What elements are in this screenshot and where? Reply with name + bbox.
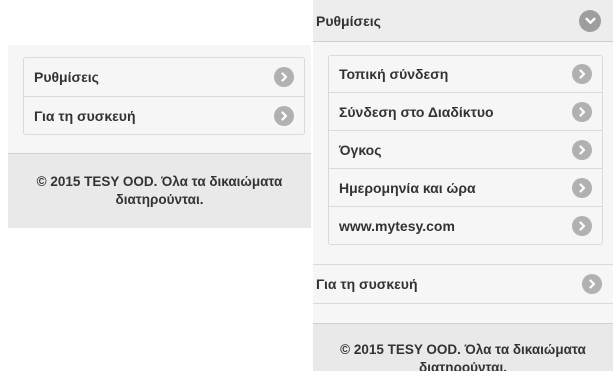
arrow-right-icon <box>572 139 592 160</box>
right-screen: Ρυθμίσεις Τοπική σύνδεση Σύνδεση στο Δια… <box>313 0 613 371</box>
submenu-item-local-connection[interactable]: Τοπική σύνδεση <box>329 56 602 92</box>
submenu-item-label: Σύνδεση στο Διαδίκτυο <box>339 103 494 120</box>
copyright-footer: © 2015 TESY OOD. Όλα τα δικαιώματα διατη… <box>313 323 613 371</box>
arrow-right-icon <box>572 101 592 122</box>
submenu-item-date-time[interactable]: Ημερομηνία και ώρα <box>329 168 602 206</box>
menu-item-about-device[interactable]: Για τη συσκευή <box>24 96 304 134</box>
menu-item-label: Ρυθμίσεις <box>34 69 99 85</box>
menu-item-about-device[interactable]: Για τη συσκευή <box>313 264 613 304</box>
menu-item-settings[interactable]: Ρυθμίσεις <box>24 58 304 96</box>
menu-item-label: Για τη συσκευή <box>34 107 136 124</box>
submenu-item-volume[interactable]: Όγκος <box>329 130 602 168</box>
arrow-down-icon <box>579 9 601 32</box>
submenu-item-label: www.mytesy.com <box>339 217 455 234</box>
submenu-item-label: Όγκος <box>339 141 382 158</box>
arrow-right-icon <box>274 105 294 126</box>
submenu-item-label: Ημερομηνία και ώρα <box>339 179 476 196</box>
settings-expanded-header[interactable]: Ρυθμίσεις <box>313 0 613 42</box>
copyright-footer: © 2015 TESY OOD. Όλα τα δικαιώματα διατη… <box>8 153 311 228</box>
left-screen: Ρυθμίσεις Για τη συσκευή © 2015 TESY OOD… <box>8 45 311 228</box>
arrow-right-icon <box>572 64 592 84</box>
settings-menu-list: Ρυθμίσεις Για τη συσκευή <box>23 57 305 135</box>
submenu-item-label: Τοπική σύνδεση <box>339 66 449 82</box>
settings-submenu-list: Τοπική σύνδεση Σύνδεση στο Διαδίκτυο Όγκ… <box>328 55 603 245</box>
arrow-right-icon <box>582 274 602 294</box>
arrow-right-icon <box>572 177 592 198</box>
arrow-right-icon <box>572 215 592 236</box>
arrow-right-icon <box>274 67 294 87</box>
menu-item-label: Για τη συσκευή <box>316 276 418 292</box>
submenu-item-mytesy[interactable]: www.mytesy.com <box>329 206 602 244</box>
submenu-item-internet-connection[interactable]: Σύνδεση στο Διαδίκτυο <box>329 92 602 130</box>
header-label: Ρυθμίσεις <box>316 12 381 29</box>
